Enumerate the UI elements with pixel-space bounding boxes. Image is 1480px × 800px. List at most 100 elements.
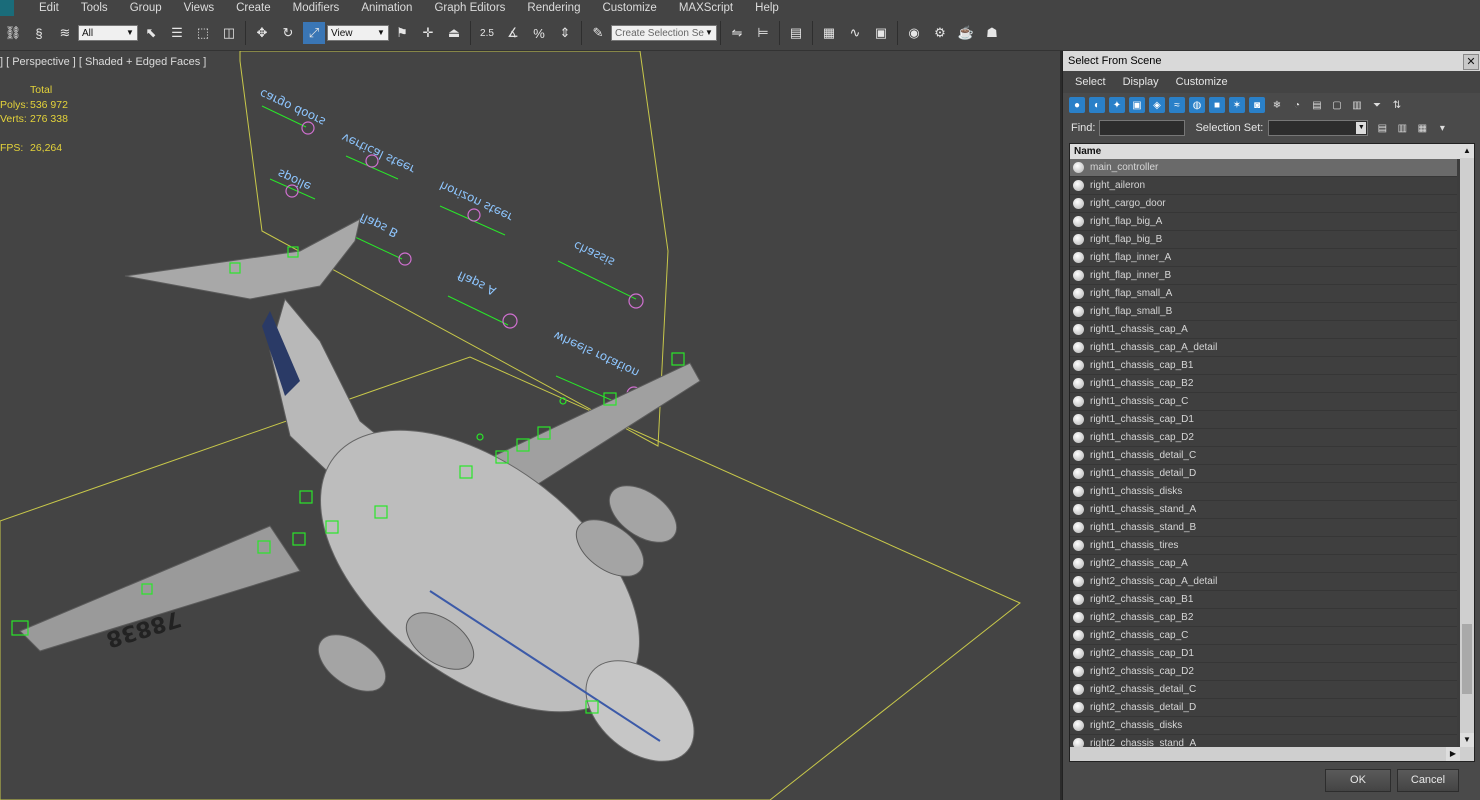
list-item[interactable]: right2_chassis_cap_B1 xyxy=(1070,591,1457,609)
list-item[interactable]: right2_chassis_cap_A_detail xyxy=(1070,573,1457,591)
scene-explorer-icon[interactable]: ▦ xyxy=(818,22,840,44)
edit-named-selection-icon[interactable]: ✎ xyxy=(587,22,609,44)
schematic-view-icon[interactable]: ▣ xyxy=(870,22,892,44)
menu-edit[interactable]: Edit xyxy=(28,0,70,16)
list-item[interactable]: right1_chassis_cap_A xyxy=(1070,321,1457,339)
list-item[interactable]: right1_chassis_disks xyxy=(1070,483,1457,501)
list-item[interactable]: right1_chassis_cap_C xyxy=(1070,393,1457,411)
selection-set-dropdown[interactable]: ▼ xyxy=(1268,120,1369,136)
list-item[interactable]: right1_chassis_cap_B2 xyxy=(1070,375,1457,393)
scroll-up-icon[interactable]: ▲ xyxy=(1460,144,1474,158)
groups-filter-icon[interactable]: ◍ xyxy=(1189,97,1205,113)
align-icon[interactable]: ⊨ xyxy=(752,22,774,44)
list-item[interactable]: right1_chassis_cap_D1 xyxy=(1070,411,1457,429)
dialog-title-bar[interactable]: Select From Scene ✕ xyxy=(1063,51,1480,71)
space-warps-filter-icon[interactable]: ≈ xyxy=(1169,97,1185,113)
lights-filter-icon[interactable]: ✦ xyxy=(1109,97,1125,113)
menu-rendering[interactable]: Rendering xyxy=(516,0,591,16)
spinner-snap-icon[interactable]: ⇕ xyxy=(554,22,576,44)
list-item[interactable]: right1_chassis_stand_B xyxy=(1070,519,1457,537)
curve-editor-icon[interactable]: ∿ xyxy=(844,22,866,44)
list-item[interactable]: right1_chassis_tires xyxy=(1070,537,1457,555)
layer-manager-icon[interactable]: ▤ xyxy=(785,22,807,44)
app-logo-icon[interactable] xyxy=(0,0,14,16)
selection-filter-dropdown[interactable]: All ▼ xyxy=(78,25,138,41)
menu-help[interactable]: Help xyxy=(744,0,790,16)
dialog-menu-display[interactable]: Display xyxy=(1123,76,1159,88)
named-selection-set-dropdown[interactable]: Create Selection Se ▼ xyxy=(611,25,717,41)
scale-icon[interactable]: ⤢ xyxy=(303,22,325,44)
delete-selection-set-icon[interactable]: ▥ xyxy=(1394,120,1410,136)
select-all-icon[interactable]: ▤ xyxy=(1309,97,1325,113)
unlink-icon[interactable]: § xyxy=(28,22,50,44)
list-item[interactable]: right2_chassis_cap_D2 xyxy=(1070,663,1457,681)
shapes-filter-icon[interactable]: ◐ xyxy=(1089,97,1105,113)
perspective-viewport[interactable]: cargo doors vertical steer horizon steer… xyxy=(0,51,1060,800)
list-item[interactable]: right2_chassis_cap_D1 xyxy=(1070,645,1457,663)
dialog-menu-customize[interactable]: Customize xyxy=(1176,76,1228,88)
menu-create[interactable]: Create xyxy=(225,0,282,16)
render-production-icon[interactable]: ☗ xyxy=(981,22,1003,44)
material-editor-icon[interactable]: ◉ xyxy=(903,22,925,44)
name-column-header[interactable]: Name xyxy=(1070,144,1474,159)
add-to-selection-set-icon[interactable]: ▦ xyxy=(1414,120,1430,136)
link-icon[interactable]: ⛓ xyxy=(2,22,24,44)
menu-group[interactable]: Group xyxy=(119,0,173,16)
pivot-center-icon[interactable]: ⚑ xyxy=(391,22,413,44)
move-icon[interactable]: ✥ xyxy=(251,22,273,44)
list-item[interactable]: right2_chassis_detail_C xyxy=(1070,681,1457,699)
menu-views[interactable]: Views xyxy=(173,0,225,16)
select-none-icon[interactable]: ▢ xyxy=(1329,97,1345,113)
cameras-filter-icon[interactable]: ▣ xyxy=(1129,97,1145,113)
rectangular-selection-icon[interactable]: ⬚ xyxy=(192,22,214,44)
panel-menu-icon[interactable]: ▾ xyxy=(1434,120,1450,136)
list-item[interactable]: right_flap_inner_A xyxy=(1070,249,1457,267)
angle-snap-icon[interactable]: ∡ xyxy=(502,22,524,44)
containers-filter-icon[interactable]: ◙ xyxy=(1249,97,1265,113)
window-crossing-icon[interactable]: ◫ xyxy=(218,22,240,44)
bones-filter-icon[interactable]: ✶ xyxy=(1229,97,1245,113)
render-setup-icon[interactable]: ⚙ xyxy=(929,22,951,44)
list-item[interactable]: right2_chassis_cap_C xyxy=(1070,627,1457,645)
list-item[interactable]: right2_chassis_disks xyxy=(1070,717,1457,735)
list-item[interactable]: right1_chassis_detail_D xyxy=(1070,465,1457,483)
list-item[interactable]: right_flap_small_A xyxy=(1070,285,1457,303)
list-item[interactable]: right_aileron xyxy=(1070,177,1457,195)
snaps-toggle-icon[interactable]: 2.5 xyxy=(476,22,498,44)
aircraft-model[interactable] xyxy=(19,218,713,781)
list-item[interactable]: right1_chassis_cap_D2 xyxy=(1070,429,1457,447)
list-item[interactable]: right2_chassis_cap_B2 xyxy=(1070,609,1457,627)
viewport-label[interactable]: ] [ Perspective ] [ Shaded + Edged Faces… xyxy=(0,56,206,68)
scroll-right-icon[interactable]: ▶ xyxy=(1446,747,1460,761)
list-item[interactable]: right2_chassis_detail_D xyxy=(1070,699,1457,717)
scene-object-list[interactable]: Name main_controller right_aileron right_c… xyxy=(1069,143,1475,762)
percent-snap-icon[interactable]: % xyxy=(528,22,550,44)
helpers-filter-icon[interactable]: ◈ xyxy=(1149,97,1165,113)
find-input[interactable] xyxy=(1099,120,1186,136)
select-manipulate-icon[interactable]: ✛ xyxy=(417,22,439,44)
sort-icon[interactable]: ⇅ xyxy=(1389,97,1405,113)
menu-graph-editors[interactable]: Graph Editors xyxy=(423,0,516,16)
select-by-name-icon[interactable]: ☰ xyxy=(166,22,188,44)
menu-maxscript[interactable]: MAXScript xyxy=(668,0,744,16)
keyboard-shortcut-toggle-icon[interactable]: ⏏ xyxy=(443,22,465,44)
scrollbar-thumb[interactable] xyxy=(1462,624,1472,694)
list-item[interactable]: right_flap_inner_B xyxy=(1070,267,1457,285)
list-item[interactable]: right2_chassis_cap_A xyxy=(1070,555,1457,573)
menu-tools[interactable]: Tools xyxy=(70,0,119,16)
list-item[interactable]: right1_chassis_detail_C xyxy=(1070,447,1457,465)
cancel-button[interactable]: Cancel xyxy=(1397,769,1459,792)
close-icon[interactable]: ✕ xyxy=(1463,54,1479,70)
menu-animation[interactable]: Animation xyxy=(350,0,423,16)
horizontal-scrollbar[interactable]: ▶ xyxy=(1070,747,1474,761)
list-item[interactable]: right_flap_small_B xyxy=(1070,303,1457,321)
list-item[interactable]: right1_chassis_cap_B1 xyxy=(1070,357,1457,375)
reference-coordinate-dropdown[interactable]: View ▼ xyxy=(327,25,389,41)
menu-customize[interactable]: Customize xyxy=(591,0,667,16)
scroll-down-icon[interactable]: ▼ xyxy=(1460,733,1474,747)
rendered-frame-window-icon[interactable]: ☕ xyxy=(955,22,977,44)
frozen-filter-icon[interactable]: ❄ xyxy=(1269,97,1285,113)
list-item[interactable]: right_flap_big_B xyxy=(1070,231,1457,249)
list-item[interactable]: right1_chassis_cap_A_detail xyxy=(1070,339,1457,357)
select-object-icon[interactable]: ⬉ xyxy=(140,22,162,44)
